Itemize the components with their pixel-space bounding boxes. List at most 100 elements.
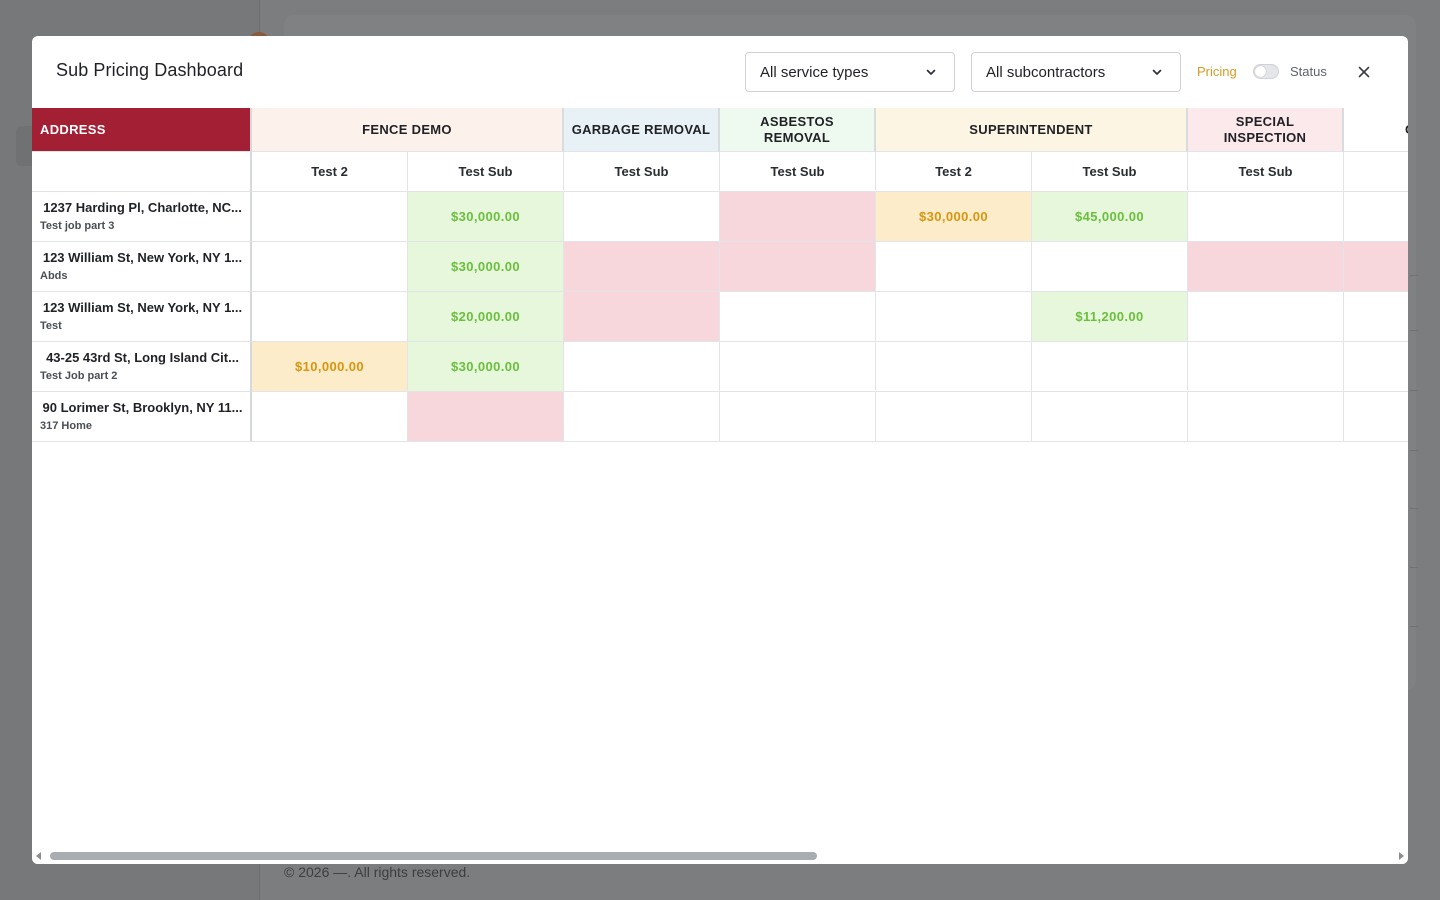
chevron-down-icon [926,69,936,75]
address-cell[interactable]: 90 Lorimer St, Brooklyn, NY 11... 317 Hom… [32,392,252,442]
subcontractor-column-header[interactable]: Test Sub [1032,152,1188,192]
pricing-grid: ADDRESS FENCE DEMO GARBAGE REMOVAL ASBESTOS… [32,108,1408,842]
service-group-header[interactable]: SPECIAL INSPECTION [1188,108,1344,152]
scroll-left-arrow-icon[interactable] [36,852,41,860]
subcontractor-column-header[interactable]: Test 2 [252,152,408,192]
background-divider [1410,275,1418,276]
subcontractor-select-value: All subcontractors [986,63,1106,81]
price-cell[interactable] [1032,242,1188,292]
price-cell[interactable] [1344,342,1408,392]
service-group-header[interactable]: C CONNE [1344,108,1408,152]
subcontractor-column-header[interactable]: Te [1344,152,1408,192]
service-group-header[interactable]: ASBESTOS REMOVAL [720,108,876,152]
price-cell[interactable] [1188,192,1344,242]
address-column-header[interactable]: ADDRESS [32,108,252,152]
price-cell[interactable] [1188,292,1344,342]
subcontractor-select[interactable]: All subcontractors [971,52,1181,92]
price-cell[interactable] [1032,342,1188,392]
price-cell[interactable] [720,242,876,292]
price-cell[interactable]: $11,200.00 [1032,292,1188,342]
price-cell[interactable] [252,192,408,242]
price-cell[interactable]: $30,000.00 [876,192,1032,242]
pricing-toggle-label[interactable]: Pricing [1197,64,1237,79]
modal-title: Sub Pricing Dashboard [56,60,244,80]
service-group-header[interactable]: FENCE DEMO [252,108,564,152]
price-value: $30,000.00 [450,209,521,224]
price-cell[interactable] [1032,392,1188,442]
address-text: 123 William St, New York, NY 1... [42,300,243,315]
subcontractor-column-header[interactable]: Test 2 [876,152,1032,192]
price-cell[interactable] [564,292,720,342]
price-cell[interactable]: $30,000.00 [408,242,564,292]
price-cell[interactable] [1188,392,1344,442]
price-cell[interactable] [1344,242,1408,292]
subcontractor-label: Test 2 [935,164,972,179]
horizontal-scrollbar[interactable] [32,848,1408,864]
price-value: $20,000.00 [450,309,521,324]
price-cell[interactable]: $10,000.00 [252,342,408,392]
service-group-header[interactable]: SUPERINTENDENT [876,108,1188,152]
close-icon[interactable] [1354,62,1374,82]
price-cell[interactable] [876,342,1032,392]
price-cell[interactable] [1344,192,1408,242]
price-cell[interactable] [720,292,876,342]
subcontractor-label: Test 2 [311,164,348,179]
pricing-status-toggle[interactable] [1253,64,1279,79]
service-group-label: GARBAGE REMOVAL [571,121,711,137]
price-cell[interactable] [564,242,720,292]
subcontractor-column-header[interactable]: Test Sub [720,152,876,192]
address-header-label: ADDRESS [40,121,106,137]
subcontractor-column-header[interactable]: Test Sub [408,152,564,192]
sub-pricing-modal: Sub Pricing Dashboard All service types … [32,36,1408,864]
price-cell[interactable]: $30,000.00 [408,342,564,392]
price-cell[interactable] [564,342,720,392]
price-cell[interactable] [876,292,1032,342]
price-value: $10,000.00 [294,359,365,374]
subcontractor-label: Test Sub [458,164,513,179]
price-cell[interactable] [564,192,720,242]
address-cell[interactable]: 123 William St, New York, NY 1... Abds [32,242,252,292]
service-group-label: C CONNE [1405,122,1408,138]
address-cell[interactable]: 1237 Harding Pl, Charlotte, NC... Test jo… [32,192,252,242]
service-group-header[interactable]: GARBAGE REMOVAL [564,108,720,152]
chevron-down-icon [1152,69,1162,75]
service-type-select[interactable]: All service types [745,52,955,92]
subcontractor-label: Test Sub [770,164,825,179]
price-cell[interactable] [1344,392,1408,442]
price-cell[interactable] [408,392,564,442]
price-cell[interactable] [252,242,408,292]
scrollbar-thumb[interactable] [50,852,817,860]
service-group-label: SUPERINTENDENT [969,121,1093,137]
address-cell[interactable]: 43-25 43rd St, Long Island Cit... Test Jo… [32,342,252,392]
price-cell[interactable] [1344,292,1408,342]
service-type-select-value: All service types [760,63,869,81]
price-cell[interactable] [1188,342,1344,392]
price-cell[interactable]: $30,000.00 [408,192,564,242]
job-name-text: Abds [40,270,68,282]
price-cell[interactable] [1188,242,1344,292]
price-cell[interactable] [876,392,1032,442]
background-divider [1410,330,1418,331]
subcontractor-column-header[interactable]: Test Sub [1188,152,1344,192]
price-cell[interactable] [720,392,876,442]
toggle-knob [1255,66,1266,77]
price-cell[interactable] [564,392,720,442]
scroll-right-arrow-icon[interactable] [1399,852,1404,860]
price-cell[interactable] [252,392,408,442]
price-cell[interactable]: $20,000.00 [408,292,564,342]
background-divider [1410,508,1418,509]
subcontractor-label: Test Sub [614,164,669,179]
price-cell[interactable]: $45,000.00 [1032,192,1188,242]
price-cell[interactable] [720,342,876,392]
price-cell[interactable] [876,242,1032,292]
price-cell[interactable] [720,192,876,242]
price-cell[interactable] [252,292,408,342]
address-cell[interactable]: 123 William St, New York, NY 1... Test [32,292,252,342]
price-value: $45,000.00 [1074,209,1145,224]
background-divider [1410,390,1418,391]
address-text: 90 Lorimer St, Brooklyn, NY 11... [42,400,243,415]
status-toggle-label[interactable]: Status [1290,64,1327,79]
subcontractor-column-header[interactable]: Test Sub [564,152,720,192]
job-name-text: Test [40,320,62,332]
background-footer-text: © 2026 —. All rights reserved. [284,864,471,880]
